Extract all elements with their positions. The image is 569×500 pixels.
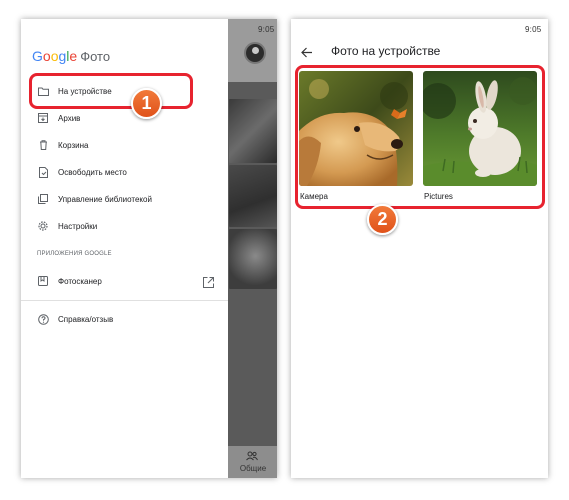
menu-item-label: Архив [58, 113, 81, 123]
library-icon [37, 193, 49, 205]
highlight-folders [295, 65, 545, 209]
page-title: Фото на устройстве [331, 44, 441, 58]
status-time: 9:05 [258, 25, 275, 34]
left-phone-screen: Общие 9:05 Google Фото На устройстве Архи… [21, 19, 277, 478]
archive-icon [37, 112, 49, 124]
menu-item-label: Фотосканер [58, 276, 102, 286]
status-time: 9:05 [525, 25, 542, 34]
people-icon [246, 451, 258, 464]
menu-item-label: Управление библиотекой [58, 194, 152, 204]
menu-item-help-feedback[interactable]: Справка/отзыв [21, 307, 228, 331]
menu-item-free-space[interactable]: Освободить место [21, 160, 228, 184]
dimmed-photo-thumbnail [229, 165, 277, 227]
divider [21, 300, 228, 301]
dimmed-photo-thumbnail [229, 229, 277, 289]
tab-shared-label: Общие [239, 464, 267, 473]
logo-product-name: Фото [80, 49, 111, 64]
account-avatar [244, 42, 266, 64]
open-external-icon[interactable] [203, 275, 214, 293]
menu-item-label: Корзина [58, 140, 89, 150]
free-space-icon [37, 166, 49, 178]
photoscan-icon [37, 275, 49, 287]
help-icon [37, 313, 49, 325]
section-header-google-apps: ПРИЛОЖЕНИЯ GOOGLE [37, 251, 112, 257]
step-badge-2: 2 [367, 204, 398, 235]
back-arrow-icon[interactable] [301, 45, 313, 63]
trash-icon [37, 139, 49, 151]
menu-item-library-management[interactable]: Управление библиотекой [21, 187, 228, 211]
menu-item-settings[interactable]: Настройки [21, 214, 228, 238]
menu-item-label: Освободить место [58, 167, 127, 177]
google-photos-logo: Google Фото [32, 48, 111, 64]
menu-item-photoscan[interactable]: Фотосканер [21, 269, 228, 293]
menu-item-trash[interactable]: Корзина [21, 133, 228, 157]
right-phone-screen: 9:05 Фото на устройстве Камера Pictures … [291, 19, 548, 478]
highlight-on-device [29, 73, 193, 109]
gear-icon [37, 220, 49, 232]
menu-item-label: Справка/отзыв [58, 314, 114, 324]
menu-item-archive[interactable]: Архив [21, 106, 228, 130]
menu-item-label: Настройки [58, 221, 98, 231]
step-badge-1: 1 [131, 88, 162, 119]
dimmed-photo-thumbnail [229, 99, 277, 163]
